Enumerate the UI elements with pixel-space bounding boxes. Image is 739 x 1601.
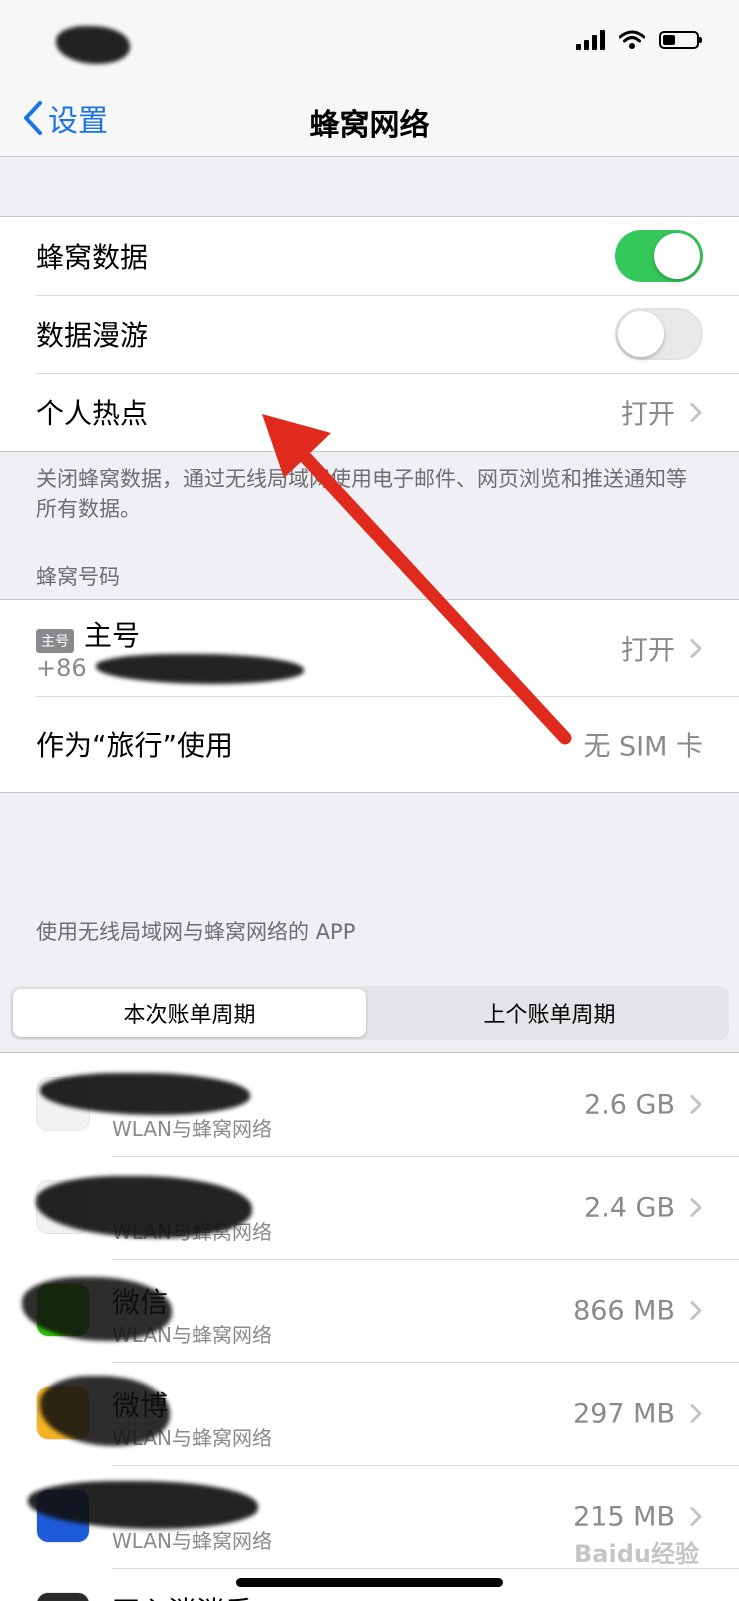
home-indicator[interactable] bbox=[236, 1578, 503, 1587]
annotation-arrow-icon bbox=[262, 414, 572, 745]
watermark: Baidu经验 bbox=[574, 1540, 699, 1568]
